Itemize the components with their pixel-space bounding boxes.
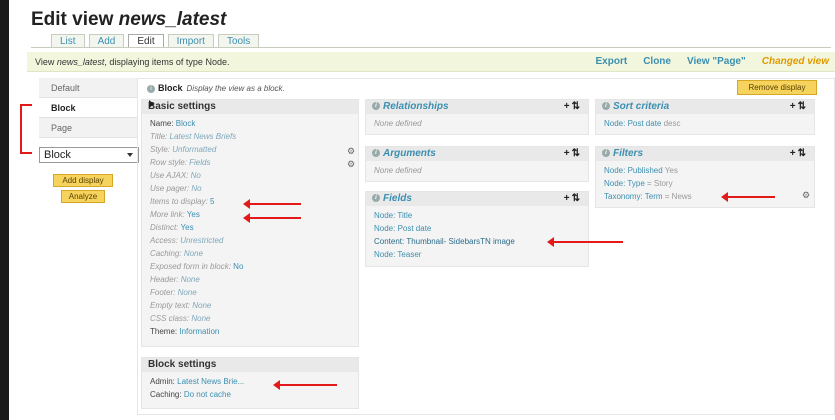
setting-theme[interactable]: Theme: Information: [150, 325, 350, 338]
sidebar-item-default[interactable]: Default: [39, 78, 137, 98]
plus-icon[interactable]: +: [790, 148, 798, 159]
page: Edit view news_latest List Add Edit Impo…: [9, 0, 835, 420]
sort-criteria-header[interactable]: i Sort criteria +⇅: [596, 100, 814, 114]
rearrange-icon[interactable]: ⇅: [572, 193, 582, 204]
arguments-empty: None defined: [374, 166, 422, 175]
display-type-select[interactable]: Block: [39, 147, 139, 163]
setting-admin[interactable]: Admin: Latest News Brie...: [150, 375, 350, 388]
setting-distinct[interactable]: Distinct: Yes: [150, 221, 350, 234]
setting-caching[interactable]: Caching: None: [150, 247, 350, 260]
setting-exposed-form[interactable]: Exposed form in block: No: [150, 260, 350, 273]
basic-settings-header: Basic settings: [142, 100, 358, 114]
info-icon: i: [147, 84, 155, 93]
plus-icon[interactable]: +: [790, 101, 798, 112]
filters-panel: i Filters +⇅ Node: Published Yes Node: Typ…: [595, 146, 815, 208]
display-title: i Block Display the view as a block.: [147, 83, 285, 93]
annotation-arrow: [547, 237, 623, 247]
relationships-panel: i Relationships +⇅ None defined: [365, 99, 589, 135]
tab-list[interactable]: List: [51, 34, 85, 48]
tab-tools[interactable]: Tools: [217, 34, 260, 48]
sort-item[interactable]: Node: Post date desc: [604, 117, 806, 130]
arguments-header[interactable]: i Arguments +⇅: [366, 147, 588, 161]
tab-bar: List Add Edit Import Tools: [51, 34, 260, 48]
setting-use-pager[interactable]: Use pager: No: [150, 182, 350, 195]
display-sidebar: Default Block Page: [39, 78, 137, 138]
view-summary-text: View news_latest, displaying items of ty…: [35, 57, 230, 67]
setting-header[interactable]: Header: None: [150, 273, 350, 286]
export-link[interactable]: Export: [596, 56, 628, 67]
annotation-arrow: [243, 213, 301, 223]
sidebar-item-page[interactable]: Page: [39, 118, 137, 138]
sort-criteria-panel: i Sort criteria +⇅ Node: Post date desc: [595, 99, 815, 135]
setting-css-class[interactable]: CSS class: None: [150, 312, 350, 325]
filter-item[interactable]: Taxonomy: Term = News: [604, 190, 806, 203]
field-item[interactable]: Node: Title: [374, 209, 580, 222]
arguments-panel: i Arguments +⇅ None defined: [365, 146, 589, 182]
block-settings-header: Block settings: [142, 358, 358, 372]
setting-access[interactable]: Access: Unrestricted: [150, 234, 350, 247]
block-settings-panel: Block settings Admin: Latest News Brie..…: [141, 357, 359, 409]
window-left-edge: [0, 0, 9, 420]
annotation-arrow: [273, 380, 337, 390]
filter-item[interactable]: Node: Type = Story: [604, 177, 806, 190]
setting-name[interactable]: Name: Block: [150, 117, 350, 130]
view-page-link[interactable]: View "Page": [687, 56, 746, 67]
remove-display-button[interactable]: Remove display: [737, 80, 817, 95]
filter-item[interactable]: Node: Published Yes: [604, 164, 806, 177]
info-icon: i: [602, 149, 610, 158]
setting-items-to-display[interactable]: Items to display: 5: [150, 195, 350, 208]
info-icon: i: [372, 149, 380, 158]
filters-header[interactable]: i Filters +⇅: [596, 147, 814, 161]
fields-panel: i Fields +⇅ Node: Title Node: Post date Co…: [365, 191, 589, 267]
chevron-down-icon: [127, 153, 133, 157]
setting-empty-text[interactable]: Empty text: None: [150, 299, 350, 312]
add-display-button[interactable]: Add display: [53, 174, 113, 187]
tab-import[interactable]: Import: [167, 34, 214, 48]
setting-block-caching[interactable]: Caching: Do not cache: [150, 388, 350, 401]
annotation-bracket: [20, 104, 32, 154]
setting-row-style[interactable]: Row style: Fields: [150, 156, 350, 169]
changed-view-notice: Changed view: [761, 56, 829, 67]
sidebar-item-block[interactable]: Block: [39, 98, 137, 118]
page-title: Edit view news_latest: [31, 9, 227, 30]
rearrange-icon[interactable]: ⇅: [572, 148, 582, 159]
rearrange-icon[interactable]: ⇅: [798, 148, 808, 159]
gear-icon[interactable]: ⚙: [347, 159, 355, 170]
view-summary-bar: View news_latest, displaying items of ty…: [27, 52, 835, 72]
basic-settings-panel: Basic settings Name: Block Title: Latest…: [141, 99, 359, 347]
setting-more-link[interactable]: More link: Yes: [150, 208, 350, 221]
annotation-arrow: [721, 192, 775, 202]
setting-style[interactable]: Style: Unformatted: [150, 143, 350, 156]
clone-link[interactable]: Clone: [643, 56, 671, 67]
gear-icon[interactable]: ⚙: [347, 146, 355, 157]
gear-icon[interactable]: ⚙: [802, 190, 810, 201]
info-icon: i: [372, 102, 380, 111]
cursor-pointer-icon: [149, 100, 154, 108]
field-item[interactable]: Node: Teaser: [374, 248, 580, 261]
rearrange-icon[interactable]: ⇅: [798, 101, 808, 112]
field-item[interactable]: Node: Post date: [374, 222, 580, 235]
relationships-empty: None defined: [374, 119, 422, 128]
rearrange-icon[interactable]: ⇅: [572, 101, 582, 112]
plus-icon[interactable]: +: [564, 193, 572, 204]
analyze-button[interactable]: Analyze: [61, 190, 105, 203]
relationships-header[interactable]: i Relationships +⇅: [366, 100, 588, 114]
tab-add[interactable]: Add: [88, 34, 125, 48]
info-icon: i: [602, 102, 610, 111]
setting-use-ajax[interactable]: Use AJAX: No: [150, 169, 350, 182]
tab-divider: [31, 47, 831, 48]
plus-icon[interactable]: +: [564, 101, 572, 112]
plus-icon[interactable]: +: [564, 148, 572, 159]
setting-title[interactable]: Title: Latest News Briefs: [150, 130, 350, 143]
tab-edit[interactable]: Edit: [128, 34, 164, 48]
fields-header[interactable]: i Fields +⇅: [366, 192, 588, 206]
annotation-arrow: [243, 199, 301, 209]
setting-footer[interactable]: Footer: None: [150, 286, 350, 299]
info-icon: i: [372, 194, 380, 203]
